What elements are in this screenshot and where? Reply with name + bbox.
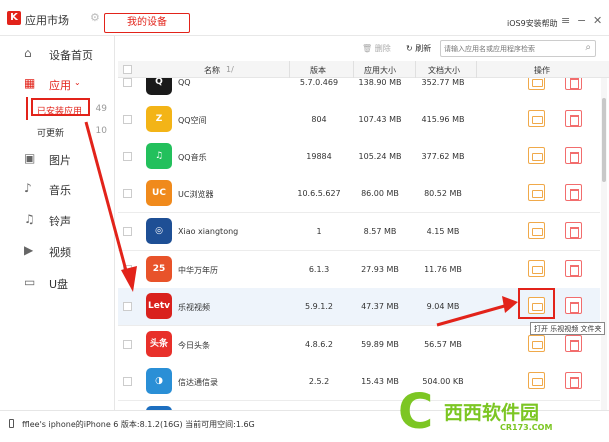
folder-tooltip: 打开 乐视视频 文件夹	[530, 322, 606, 335]
arrow-head-icon	[121, 266, 137, 292]
annotation-arrows	[84, 121, 518, 327]
watermark-sub: CR173.COM	[500, 423, 553, 432]
annotation-arrow-right	[436, 303, 509, 327]
annotation-arrow-down	[84, 121, 130, 279]
arrow-head-icon	[502, 296, 518, 313]
device-status-text: fflee's iphone的iPhone 6 版本:8.1.2(16G) 当前…	[22, 420, 255, 429]
phone-icon	[9, 419, 14, 428]
watermark-c-icon: C	[398, 384, 434, 440]
annotation-folder-box	[518, 288, 555, 319]
watermark-text: 西西软件园	[444, 402, 540, 424]
watermark-logo: C 西西软件园 CR173.COM	[398, 388, 608, 442]
